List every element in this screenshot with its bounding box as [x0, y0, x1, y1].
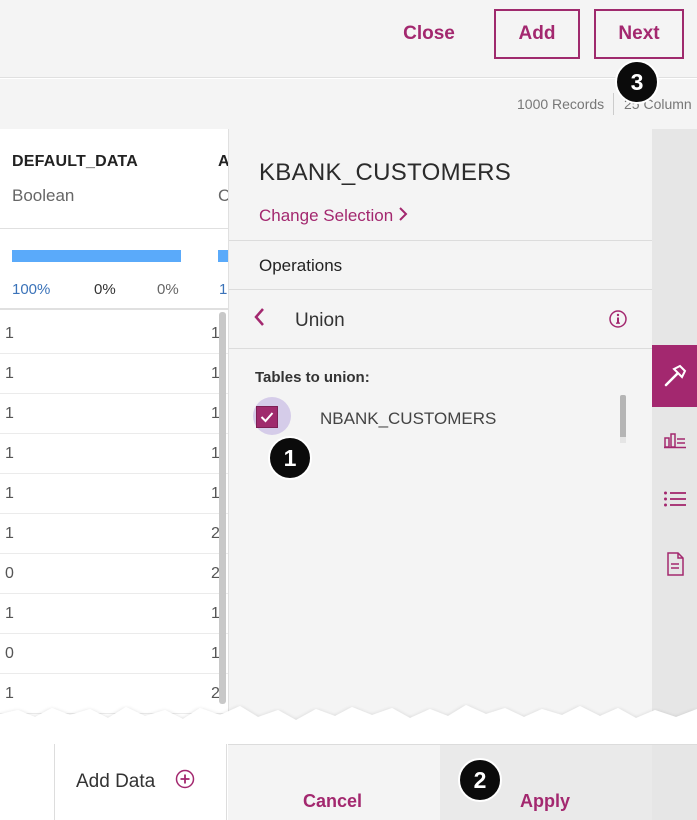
- table-row[interactable]: 11: [0, 434, 228, 474]
- add-button[interactable]: Add: [494, 9, 580, 59]
- column-type: Boolean: [12, 186, 75, 205]
- change-selection-label: Change Selection: [259, 206, 394, 225]
- operations-label: Operations: [259, 256, 343, 275]
- list-scrollbar[interactable]: [620, 395, 626, 443]
- hammer-icon[interactable]: [652, 345, 697, 407]
- column-type: C: [218, 186, 228, 205]
- cancel-area: Cancel: [228, 744, 440, 820]
- table-row[interactable]: 11: [0, 594, 228, 634]
- table-cell: 1: [5, 445, 14, 462]
- table-cell: 1: [5, 525, 14, 542]
- divider: [229, 348, 653, 349]
- next-button[interactable]: Next: [594, 9, 684, 59]
- records-count: 1000 Records: [517, 96, 605, 112]
- valid-percent: 100%: [12, 281, 51, 298]
- plus-circle-icon: [175, 769, 195, 795]
- chevron-left-icon[interactable]: [253, 307, 265, 332]
- cancel-button[interactable]: Cancel: [303, 791, 362, 812]
- list-icon[interactable]: [652, 479, 697, 519]
- missing-percent: 0%: [157, 281, 179, 298]
- checkmark-icon: [260, 412, 274, 423]
- table-scrollbar[interactable]: [219, 312, 226, 704]
- list-scrollbar-end: [620, 437, 626, 443]
- records-bar: 1000 Records 25 Column: [0, 79, 697, 129]
- data-table: DEFAULT_DATA Boolean A C 100% 0% 0% 1 11…: [0, 129, 228, 720]
- info-icon[interactable]: [609, 310, 627, 333]
- apply-button[interactable]: Apply: [520, 791, 570, 812]
- column-header[interactable]: A: [218, 153, 228, 171]
- panel-title: KBANK_CUSTOMERS: [259, 159, 512, 186]
- add-data-button[interactable]: Add Data: [55, 744, 227, 820]
- table-cell: 0: [5, 645, 14, 662]
- table-cell: 1: [5, 365, 14, 382]
- tables-to-union-label: Tables to union:: [255, 369, 370, 386]
- add-data-label: Add Data: [76, 771, 156, 792]
- records-divider: [613, 93, 614, 115]
- quality-bar: [12, 250, 181, 262]
- close-button[interactable]: Close: [386, 10, 472, 58]
- divider: [0, 308, 228, 310]
- quality-bar: [218, 250, 228, 262]
- invalid-percent: 0%: [94, 281, 116, 298]
- table-row[interactable]: 01: [0, 634, 228, 674]
- divider: [229, 240, 653, 241]
- table-cell: 1: [5, 325, 14, 342]
- change-selection-link[interactable]: Change Selection: [259, 206, 408, 226]
- step-badge-2: 2: [458, 758, 502, 802]
- bar-chart-icon[interactable]: [652, 419, 697, 459]
- operation-name: Union: [295, 310, 345, 331]
- bottom-cell: [0, 744, 55, 820]
- table-cell: 1: [5, 605, 14, 622]
- top-bar: Close Add Next: [0, 0, 697, 78]
- document-icon[interactable]: [652, 544, 697, 584]
- table-row[interactable]: 02: [0, 554, 228, 594]
- table-cell: 1: [5, 485, 14, 502]
- table-row[interactable]: 11: [0, 354, 228, 394]
- chevron-right-icon: [398, 206, 408, 226]
- divider: [229, 289, 653, 290]
- bottom-bar: Add Data Cancel Apply: [0, 744, 697, 820]
- table-rows: 11 11 11 11 11 12 02 11 01 12: [0, 314, 228, 714]
- table-checkbox[interactable]: [256, 406, 278, 428]
- table-row[interactable]: 12: [0, 514, 228, 554]
- app-root: Close Add Next 1000 Records 25 Column DE…: [0, 0, 697, 820]
- table-row[interactable]: 11: [0, 314, 228, 354]
- operations-panel: KBANK_CUSTOMERS Change Selection Operati…: [228, 129, 653, 720]
- divider: [0, 228, 228, 229]
- side-toolbar-bottom: [652, 744, 697, 820]
- table-option-name[interactable]: NBANK_CUSTOMERS: [320, 409, 496, 429]
- column-header[interactable]: DEFAULT_DATA: [12, 153, 138, 171]
- valid-percent: 1: [219, 281, 228, 298]
- step-badge-3: 3: [615, 60, 659, 104]
- table-row[interactable]: 11: [0, 474, 228, 514]
- table-cell: 0: [5, 565, 14, 582]
- step-badge-1: 1: [268, 436, 312, 480]
- side-toolbar: [652, 129, 697, 720]
- table-row[interactable]: 11: [0, 394, 228, 434]
- table-cell: 1: [5, 405, 14, 422]
